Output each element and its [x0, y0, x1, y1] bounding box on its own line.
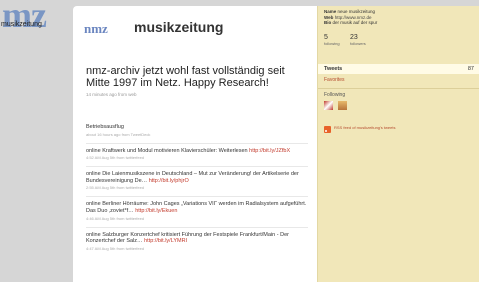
rss-feed-text: RSS feed of musikzeitung's tweets [334, 125, 396, 130]
tweet-body: online Berliner Hörräume: John Cages „Va… [86, 201, 307, 214]
tweet-item: online Salzburger Konzertchef kritisiert… [86, 226, 308, 257]
background-logo: mz musikzeitung [0, 0, 52, 35]
following-avatar[interactable] [324, 101, 333, 110]
tweet-body: online Kraftwerk und Modul motivieren Kl… [86, 147, 248, 154]
tweet-text: Betriebsausflug [86, 124, 308, 131]
profile-bio-row: Bio der musik auf der spur [324, 20, 476, 26]
tweet-meta[interactable]: 4:46 AM Aug 5th from twitterfeed [86, 216, 308, 221]
profile-avatar-logo[interactable]: nmz [84, 21, 108, 37]
tweet-item: online Berliner Hörräume: John Cages „Va… [86, 196, 308, 226]
tweet-text: online Berliner Hörräume: John Cages „Va… [86, 201, 308, 214]
tweet-list: Betriebsausflug about 16 hours ago from … [86, 120, 308, 257]
tweet-meta[interactable]: about 16 hours ago from TweetDeck [86, 132, 308, 137]
followers-label: followers [350, 41, 366, 46]
profile-header: nmz musikzeitung [84, 19, 304, 39]
tweet-text: online Kraftwerk und Modul motivieren Kl… [86, 148, 308, 155]
tweet-meta[interactable]: 4:47 AM Aug 5th from twitterfeed [86, 246, 308, 251]
tweet-meta[interactable]: 4:52 AM Aug 5th from twitterfeed [86, 155, 308, 160]
sidebar-divider [318, 88, 479, 89]
nav-tweets-count: 87 [467, 66, 474, 72]
following-title: Following [324, 92, 346, 98]
nav-tweets-label: Tweets [324, 66, 343, 72]
following-avatars [324, 101, 348, 119]
tweet-text: online Salzburger Konzertchef kritisiert… [86, 232, 308, 245]
profile-name: musikzeitung [134, 19, 224, 35]
tweet-item: online Die Laienmusikszene in Deutschlan… [86, 166, 308, 196]
timeline-column: nmz musikzeitung nmz-archiv jetzt wohl f… [73, 6, 317, 282]
tweet-link[interactable]: http://bit.ly/phjrO [149, 178, 189, 184]
bio-label: Bio [324, 20, 332, 26]
followers-count: 23 [350, 34, 358, 41]
name-label: Name [324, 9, 337, 14]
tweet-body: online Salzburger Konzertchef kritisiert… [86, 231, 289, 245]
tweet-link[interactable]: http://bit.ly/Ekuen [135, 208, 177, 214]
rss-icon [324, 126, 331, 133]
profile-info: Name neue musikzeitung Web http://www.nm… [324, 9, 476, 26]
tweet-text: online Die Laienmusikszene in Deutschlan… [86, 171, 308, 184]
latest-tweet-text: nmz-archiv jetzt wohl fast vollständig s… [86, 65, 285, 89]
nav-favorites[interactable]: Favorites [324, 77, 345, 83]
tweet-link[interactable]: http://bit.ly/LYMRI [144, 238, 187, 244]
latest-tweet-meta[interactable]: 14 minutes ago from web [86, 92, 308, 97]
name-value: neue musikzeitung [337, 9, 376, 14]
web-link[interactable]: http://www.nmz.de [335, 15, 372, 20]
background-logo-mark: mz [2, 0, 47, 35]
web-label: Web [324, 14, 334, 20]
tweet-item: Betriebsausflug about 16 hours ago from … [86, 120, 308, 143]
tweet-body: online Die Laienmusikszene in Deutschlan… [86, 171, 299, 184]
tweet-link[interactable]: http://bit.ly/JZfbX [249, 148, 290, 154]
nav-tweets[interactable]: Tweets 87 [318, 64, 479, 74]
tweet-item: online Kraftwerk und Modul motivieren Kl… [86, 142, 308, 167]
latest-tweet: nmz-archiv jetzt wohl fast vollständig s… [86, 65, 308, 97]
tweet-body: Betriebsausflug [86, 124, 124, 130]
bio-value: der musik auf der spur [332, 20, 378, 26]
followers-stat[interactable]: 23 followers [350, 34, 390, 46]
background-logo-text: musikzeitung [1, 21, 42, 28]
following-avatar[interactable] [338, 101, 348, 110]
profile-sidebar: Name neue musikzeitung Web http://www.nm… [317, 6, 479, 282]
tweet-meta[interactable]: 2:55 AM Aug 5th from twitterfeed [86, 185, 308, 190]
